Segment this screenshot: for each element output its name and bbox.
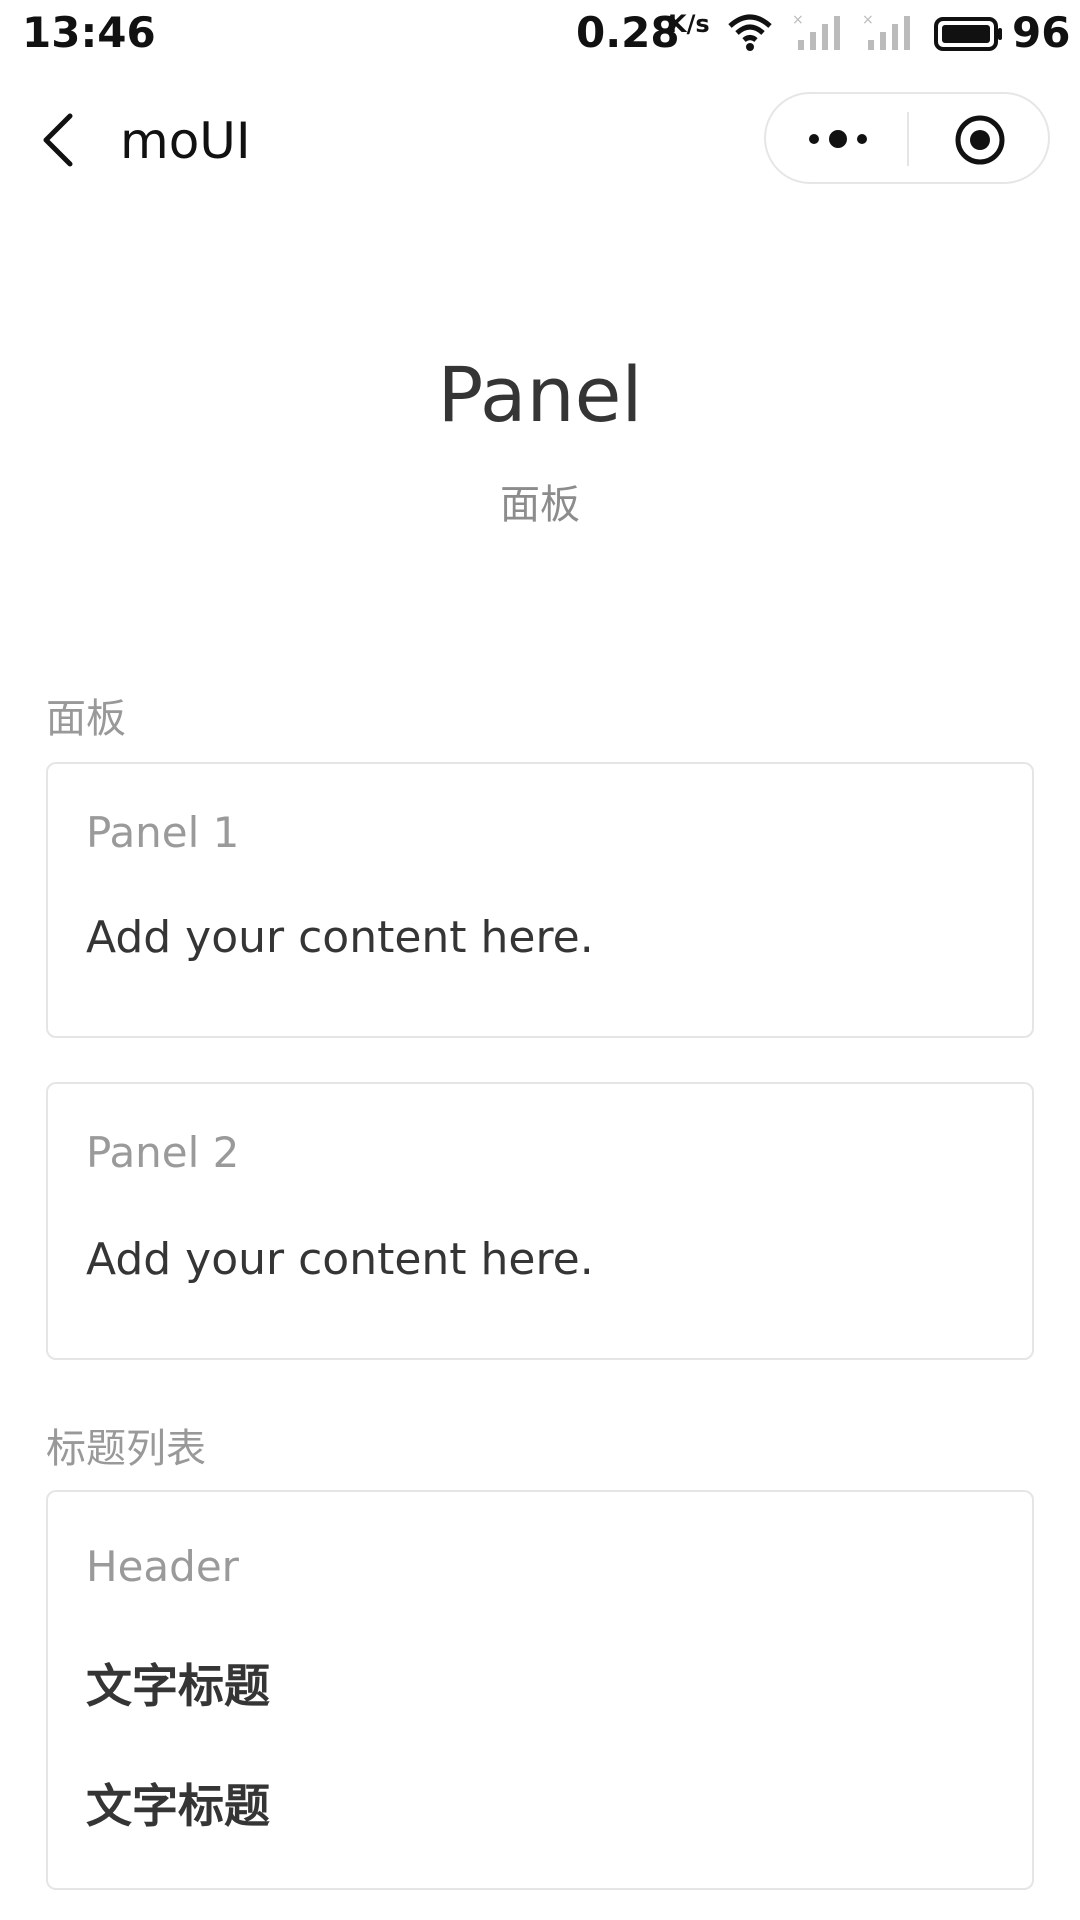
more-icon[interactable]: [796, 114, 880, 164]
battery-icon: [934, 17, 1002, 51]
list-item[interactable]: 文字标题: [86, 1770, 270, 1836]
svg-text:×: ×: [862, 12, 874, 28]
panel-header: Panel 2: [86, 1128, 240, 1177]
panel-card: Panel 1 Add your content here.: [46, 762, 1034, 1038]
page-subtitle: 面板: [500, 482, 580, 528]
title-list-panel: Header 文字标题 文字标题: [46, 1490, 1034, 1890]
capsule-divider: [907, 112, 909, 166]
panel-content: Add your content here.: [86, 1234, 594, 1285]
close-miniprogram-icon[interactable]: [952, 112, 1008, 168]
list-item[interactable]: 文字标题: [86, 1650, 270, 1716]
panel-content: Add your content here.: [86, 912, 594, 963]
signal-icon: ×: [792, 12, 840, 50]
network-speed: 0.28: [576, 8, 680, 57]
status-time: 13:46: [22, 8, 156, 57]
section-title-list: 标题列表: [46, 1426, 206, 1472]
panel-card: Panel 2 Add your content here.: [46, 1082, 1034, 1360]
nav-title: moUI: [120, 112, 251, 170]
network-speed-unit: K/s: [668, 10, 710, 38]
menu-capsule: [764, 92, 1050, 184]
page-title: Panel: [437, 350, 643, 439]
signal-icon: ×: [862, 12, 910, 50]
panel-header: Panel 1: [86, 808, 240, 857]
back-icon[interactable]: [36, 110, 82, 170]
wifi-icon: [728, 14, 772, 51]
battery-level: 96: [1012, 8, 1071, 57]
section-title-panels: 面板: [46, 696, 126, 742]
panel-header: Header: [86, 1542, 239, 1591]
svg-text:×: ×: [792, 12, 804, 28]
status-bar: 13:46 0.28 K/s × × 96: [0, 0, 1080, 68]
